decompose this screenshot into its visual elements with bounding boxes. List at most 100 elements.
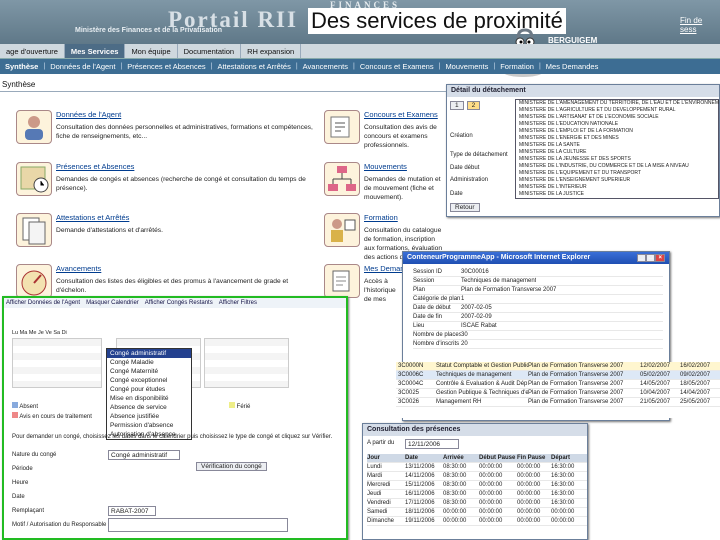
window-controls: _ □ ×	[636, 254, 665, 262]
verify-button[interactable]: Vérification du congé	[196, 462, 267, 471]
subtab-formation[interactable]: Formation	[495, 62, 539, 71]
section-title[interactable]: Présences et Absences	[56, 162, 134, 171]
tab-mes-services[interactable]: Mes Services	[64, 44, 126, 58]
list-item[interactable]: MINISTERE DE L'INDUSTRIE, DU COMMERCE ET…	[516, 163, 718, 170]
tab-rh-expansion[interactable]: RH expansion	[241, 44, 302, 58]
list-item[interactable]: MINISTERE DE LA JEUNESSE ET DES SPORTS	[516, 156, 718, 163]
weekday-label: Ma	[19, 330, 28, 336]
section-title[interactable]: Formation	[364, 213, 398, 222]
section-desc: Consultation des avis de concours et exa…	[364, 124, 437, 149]
legend-label: Absent	[19, 404, 39, 410]
table-row[interactable]: Mardi 14/11/2006 08:30:00 00:00:00 00:00:00 1…	[367, 472, 587, 481]
subtab-mouvements[interactable]: Mouvements	[440, 62, 493, 71]
window-title: Consultation des présences	[363, 424, 587, 436]
table-row[interactable]: 3C0004C Contrôle & Evaluation & Audit Dép…	[396, 380, 720, 389]
remplacant-field[interactable]: RABAT-2007	[108, 506, 156, 516]
tab-conges-restants[interactable]: Afficher Congés Restants	[145, 300, 213, 306]
tab-accueil[interactable]: age d'ouverture	[0, 44, 65, 58]
table-row[interactable]: 3C0025Gestion Publique & Techniques d'en…	[396, 389, 720, 398]
field-label: Nombre de places	[413, 332, 461, 338]
table-row[interactable]: Vendredi 17/11/2006 08:30:00 00:00:00 00:00:…	[367, 499, 587, 508]
menu-item[interactable]: Absence de service	[107, 403, 191, 412]
ministry-dropdown-list[interactable]: MINISTERE DE L'AMENAGEMENT DU TERRITOIRE…	[515, 99, 719, 199]
presence-window: Consultation des présences A partir du 1…	[362, 423, 588, 540]
pagination: 1 2	[450, 101, 481, 110]
subtab-donnees-agent[interactable]: Données de l'Agent	[45, 62, 120, 71]
list-item[interactable]: MINISTERE DE L'EDUCATION NATIONALE	[516, 121, 718, 128]
field-label: Nombre d'inscrits	[413, 341, 460, 347]
field-label: Création	[450, 133, 473, 139]
weekday-label: Sa	[53, 330, 61, 336]
list-item[interactable]: MINISTERE DE LA JUSTICE	[516, 191, 718, 198]
subtab-mes-demandes[interactable]: Mes Demandes	[541, 62, 604, 71]
table-row[interactable]: Dimanche 19/11/2006 00:00:00 00:00:00 00:00:…	[367, 517, 587, 526]
subtab-avancements[interactable]: Avancements	[298, 62, 353, 71]
page-1-button[interactable]: 1	[450, 101, 464, 110]
conge-type-dropdown[interactable]: Congé administratif Congé Maladie Congé …	[106, 348, 192, 440]
menu-item[interactable]: Permission d'absence	[107, 421, 191, 430]
legend-ferie: Férié	[229, 402, 250, 410]
section-title[interactable]: Données de l'Agent	[56, 110, 121, 119]
sessions-table: 3C0000N Statut Comptable et Gestion Publi…	[396, 362, 720, 418]
section-title[interactable]: Concours et Examens	[364, 110, 438, 119]
list-item[interactable]: MINISTERE DE L'ARTISANAT ET DE L'ECONOMI…	[516, 114, 718, 121]
menu-item[interactable]: Congé Maladie	[107, 358, 191, 367]
list-item[interactable]: MINISTERE DE L'ENSEIGNEMENT SUPERIEUR	[516, 177, 718, 184]
logout-link[interactable]: Fin de sess	[680, 16, 720, 34]
calendar-month-3[interactable]	[204, 338, 289, 388]
page-2-button[interactable]: 2	[466, 101, 481, 110]
field-label: Administration	[450, 177, 489, 183]
conge-type-select[interactable]: Congé administratif	[108, 450, 180, 460]
calendar-weekdays: Lu Ma Me Je Ve Sa Di	[12, 330, 292, 337]
table-row[interactable]: 3C0006C Techniques de management Plan de F…	[396, 371, 720, 380]
subtab-synthese[interactable]: Synthèse	[0, 62, 43, 71]
form-labels: Nature du congé Période Heure Date Rempl…	[12, 448, 106, 532]
list-item[interactable]: MINISTERE DE L'AGRICULTURE ET DU DEVELOP…	[516, 107, 718, 114]
minimize-icon[interactable]: _	[636, 254, 646, 262]
tab-mon-equipe[interactable]: Mon équipe	[125, 44, 178, 58]
section-title[interactable]: Attestations et Arrêtés	[56, 213, 129, 222]
date-filter-input[interactable]: 12/11/2006	[405, 439, 459, 449]
close-icon[interactable]: ×	[655, 254, 665, 262]
field-label: Date de début	[413, 305, 451, 311]
date-filter-label: A partir du	[367, 440, 395, 446]
section-title[interactable]: Avancements	[56, 264, 101, 273]
subtab-concours[interactable]: Concours et Examens	[355, 62, 439, 71]
tab-filtres[interactable]: Afficher Filtres	[219, 300, 257, 306]
section-desc: Accès à l'historique de mes demandes.	[364, 278, 396, 303]
menu-item[interactable]: Congé Maternité	[107, 367, 191, 376]
conge-tabs: Afficher Données de l'Agent Masquer Cale…	[4, 298, 346, 308]
menu-item[interactable]: Absence justifiée	[107, 412, 191, 421]
menu-item[interactable]: Congé exceptionnel	[107, 376, 191, 385]
menu-item[interactable]: Mise en disponibilité	[107, 394, 191, 403]
calendar-month-1[interactable]	[12, 338, 102, 388]
list-item[interactable]: MINISTERE DE L'ENERGIE ET DES MINES	[516, 135, 718, 142]
table-row[interactable]: 3C0026 Management RH Plan de Formation Tra…	[396, 398, 720, 407]
tab-donnees-agent[interactable]: Afficher Données de l'Agent	[6, 300, 80, 306]
table-row[interactable]: 3C0000N Statut Comptable et Gestion Publi…	[396, 362, 720, 371]
list-item[interactable]: MINISTERE DE L'AMENAGEMENT DU TERRITOIRE…	[516, 100, 719, 107]
org-chart-icon	[324, 162, 360, 196]
legend-absent: Absent	[12, 402, 38, 410]
tab-documentation[interactable]: Documentation	[178, 44, 242, 58]
tab-calendrier[interactable]: Masquer Calendrier	[86, 300, 139, 306]
menu-item[interactable]: Congé administratif	[107, 349, 191, 358]
list-item[interactable]: MINISTERE DE LA SANTE	[516, 142, 718, 149]
back-button[interactable]: Retour	[450, 203, 480, 212]
table-row[interactable]: Samedi 18/11/2006 00:00:00 00:00:00 00:00:00…	[367, 508, 587, 517]
menu-item[interactable]: Congé pour études	[107, 385, 191, 394]
list-item[interactable]: MINISTERE DE L'EMPLOI ET DE LA FORMATION	[516, 128, 718, 135]
subtab-attestations[interactable]: Attestations et Arrêtés	[212, 62, 295, 71]
list-item[interactable]: MINISTERE DE L'INTERIEUR	[516, 184, 718, 191]
table-row[interactable]: Jeudi 16/11/2006 08:30:00 00:00:00 00:00:00 1…	[367, 490, 587, 499]
legend-en-cours: Avis en cours de traitement	[12, 412, 92, 420]
subtab-presences[interactable]: Présences et Absences	[122, 62, 210, 71]
table-row[interactable]: Mercredi 15/11/2006 08:30:00 00:00:00 00:00:…	[367, 481, 587, 490]
field-value: Plan de Formation Transverse 2007	[461, 287, 557, 293]
table-row[interactable]: Lundi 13/11/2006 08:30:00 00:00:00 00:00:00 1…	[367, 463, 587, 472]
documents-icon	[16, 213, 52, 247]
list-item[interactable]: MINISTERE DE L'EQUIPEMENT ET DU TRANSPOR…	[516, 170, 718, 177]
list-item[interactable]: MINISTERE DE LA CULTURE	[516, 149, 718, 156]
motif-textarea[interactable]	[108, 518, 288, 532]
section-title[interactable]: Mouvements	[364, 162, 407, 171]
